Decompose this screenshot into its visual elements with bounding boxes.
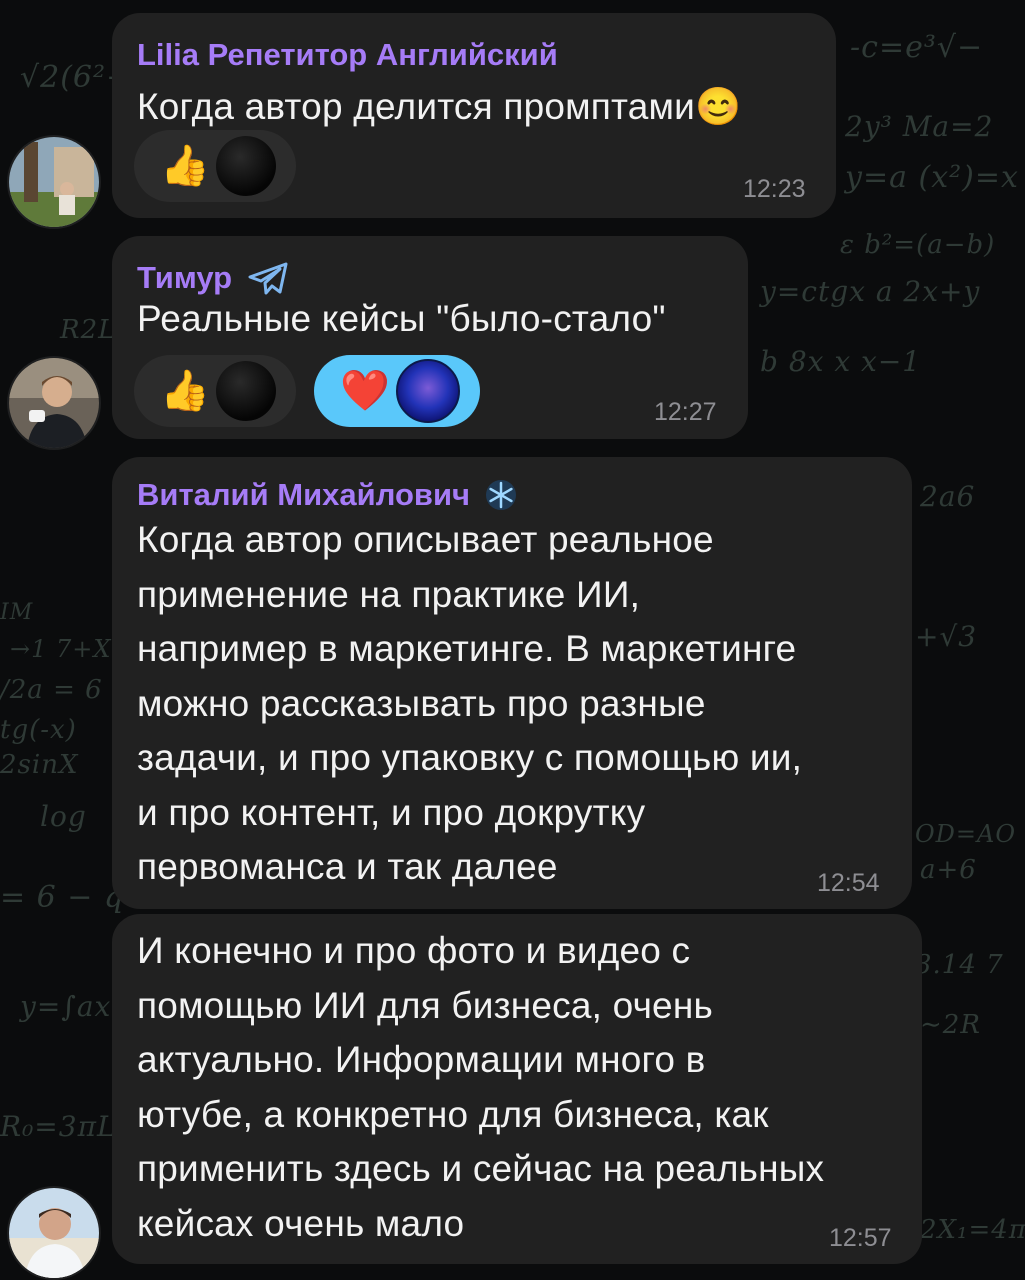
message-text: И конечно и про фото и видео с помощью И… [137,930,825,1244]
message-text: Когда автор описывает реальное применени… [137,519,803,887]
telegram-plane-icon [246,260,290,296]
thumbs-up-icon: 👍 [160,144,210,188]
snowflake-icon [484,478,518,512]
sender-name[interactable]: Lilia Репетитор Английский [137,37,558,73]
message-time: 12:54 [817,869,880,897]
thumbs-up-icon: 👍 [160,369,210,413]
reactions-bar: 👍 ❤️ [134,355,480,427]
reaction-thumbs-up[interactable]: 👍 [134,130,296,202]
sender-name[interactable]: Тимур [137,260,290,296]
message-text: Когда автор делится промптами😊 [137,86,742,127]
sender-name[interactable]: Виталий Михайлович [137,477,518,513]
reactor-avatar [216,361,276,421]
message-bubble[interactable]: И конечно и про фото и видео с помощью И… [112,914,922,1264]
message-text: Реальные кейсы "было-стало" [137,298,666,339]
message-time: 12:23 [743,175,806,203]
reactor-avatar [396,359,460,423]
message-bubble[interactable]: Lilia Репетитор Английский Когда автор д… [112,13,836,218]
heart-icon: ❤️ [340,369,390,413]
message-bubble[interactable]: Виталий Михайлович Когда автор описывает… [112,457,912,909]
avatar[interactable] [7,135,101,229]
message-bubble[interactable]: Тимур Реальные кейсы "было-стало" 👍 ❤️ 1… [112,236,748,439]
avatar[interactable] [7,1186,101,1280]
reaction-thumbs-up[interactable]: 👍 [134,355,296,427]
message-time: 12:57 [829,1224,892,1252]
reactor-avatar [216,136,276,196]
avatar[interactable] [7,356,101,450]
reactions-bar: 👍 [134,130,296,202]
message-time: 12:27 [654,398,717,426]
reaction-heart[interactable]: ❤️ [314,355,480,427]
